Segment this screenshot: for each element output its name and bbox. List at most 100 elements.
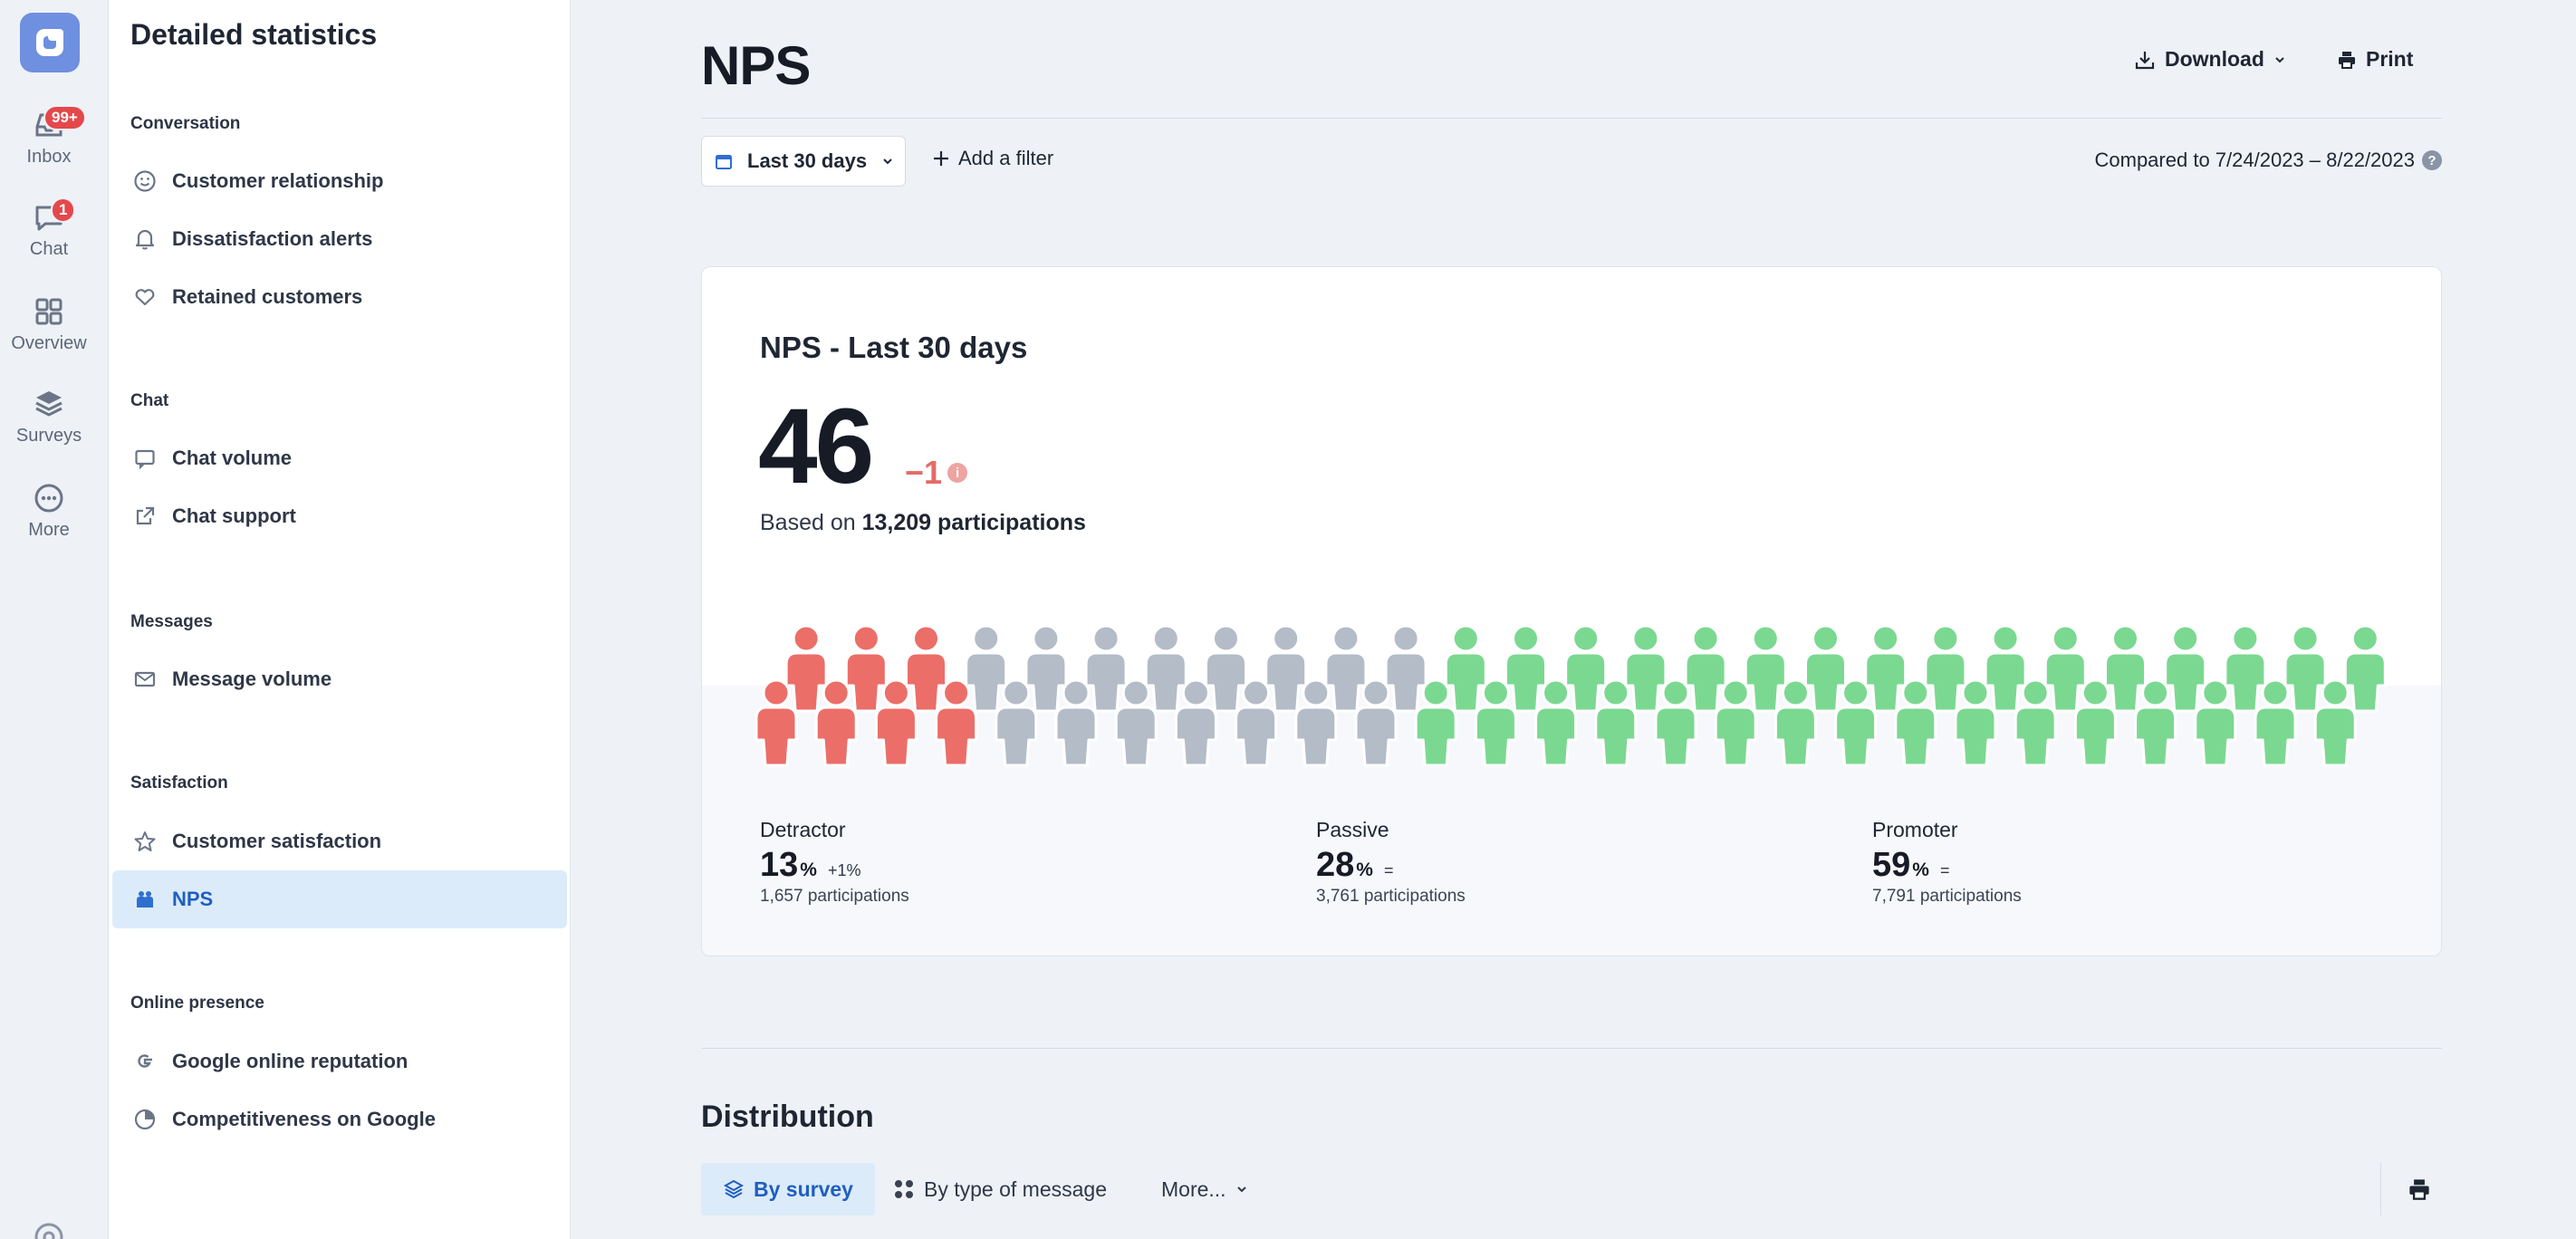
- nav-customer-satisfaction[interactable]: Customer satisfaction: [112, 812, 567, 870]
- tab-by-type-of-message[interactable]: By type of message: [871, 1163, 1129, 1215]
- stat-value-row: 59% =: [1872, 846, 2022, 885]
- stat-detractor: Detractor 13% +1% 1,657 participations: [760, 818, 909, 907]
- rail-chat[interactable]: Chat 1: [0, 197, 98, 260]
- person-figure: [1624, 624, 1668, 713]
- person-figure: [1474, 678, 1517, 767]
- stat-value-row: 13% +1%: [760, 846, 909, 885]
- nav-chat-volume[interactable]: Chat volume: [112, 429, 567, 487]
- dots-grid-icon: [895, 1180, 913, 1198]
- date-range-label: Last 30 days: [747, 149, 868, 172]
- smile-icon: [132, 168, 158, 194]
- bell-icon: [132, 226, 158, 252]
- nav-label: Retained customers: [172, 285, 363, 308]
- person-figure: [1384, 624, 1427, 713]
- download-button[interactable]: Download: [2134, 47, 2286, 72]
- nav-retained-customers[interactable]: Retained customers: [112, 268, 567, 326]
- nav-label: Chat support: [172, 504, 296, 527]
- print-button[interactable]: Print: [2337, 47, 2413, 72]
- stat-value: 28: [1316, 846, 1355, 884]
- sidebar-title: Detailed statistics: [130, 18, 378, 51]
- nav-nps[interactable]: NPS: [112, 870, 567, 928]
- message-square-icon: [132, 446, 158, 471]
- person-figure: [1954, 678, 1997, 767]
- nav-customer-relationship[interactable]: Customer relationship: [112, 152, 567, 210]
- add-filter-button[interactable]: Add a filter: [931, 147, 1053, 170]
- tab-by-survey[interactable]: By survey: [701, 1163, 875, 1215]
- nav-label: NPS: [172, 888, 214, 910]
- icon-rail: Inbox 99+ Chat 1 Overview Surveys More: [0, 0, 109, 1239]
- rail-surveys[interactable]: Surveys: [0, 388, 98, 447]
- sidebar: Detailed statistics Conversation Custome…: [109, 0, 571, 1239]
- chevron-down-icon: [883, 158, 892, 165]
- section-satisfaction: Satisfaction: [130, 773, 228, 792]
- main-content: NPS Download Print Last 30 days Add a fi…: [571, 0, 2576, 1239]
- person-figure: [2134, 678, 2177, 767]
- stat-participations: 3,761 participations: [1316, 887, 1466, 906]
- calendar-icon: [716, 155, 732, 169]
- person-figure: [1534, 678, 1578, 767]
- nav-message-volume[interactable]: Message volume: [112, 650, 567, 708]
- heart-hand-icon: [132, 284, 158, 310]
- page-title: NPS: [701, 35, 811, 96]
- person-figure: [2283, 624, 2327, 713]
- person-figure: [1924, 624, 1967, 713]
- stat-label: Passive: [1316, 818, 1389, 841]
- header-divider: [701, 118, 2442, 119]
- google-icon: [132, 1049, 158, 1074]
- stat-label: Detractor: [760, 818, 846, 841]
- rail-more[interactable]: More: [0, 482, 98, 541]
- person-figure: [905, 624, 947, 713]
- chat-badge: 1: [51, 197, 76, 223]
- help-icon[interactable]: ?: [2422, 150, 2442, 170]
- stat-passive: Passive 28% = 3,761 participations: [1316, 818, 1466, 907]
- person-figure: [1174, 678, 1217, 767]
- more-icon: [34, 484, 63, 513]
- person-figure: [1235, 678, 1278, 767]
- nav-competitiveness-on-google[interactable]: Competitiveness on Google: [112, 1090, 567, 1148]
- rail-inbox[interactable]: Inbox 99+: [0, 105, 98, 168]
- nav-label: Google online reputation: [172, 1050, 409, 1072]
- inbox-badge: 99+: [43, 105, 86, 130]
- rail-overview[interactable]: Overview: [0, 295, 98, 354]
- chevron-down-icon: [2275, 56, 2284, 62]
- target-icon: [132, 1107, 158, 1132]
- tab-more[interactable]: More...: [1139, 1163, 1270, 1215]
- person-figure: [2254, 678, 2297, 767]
- grid-icon: [35, 298, 62, 325]
- person-figure: [2014, 678, 2057, 767]
- section-conversation: Conversation: [130, 114, 241, 133]
- nav-label: Dissatisfaction alerts: [172, 227, 373, 250]
- printer-icon[interactable]: [2408, 1177, 2431, 1201]
- person-figure: [1894, 678, 1937, 767]
- person-figure: [2313, 678, 2357, 767]
- person-figure: [2164, 624, 2207, 713]
- rail-more-label: More: [28, 520, 70, 540]
- comparison-text: Compared to 7/24/2023 – 8/22/2023: [2094, 149, 2416, 171]
- star-icon: [132, 829, 158, 854]
- person-figure: [755, 678, 798, 767]
- person-figure: [814, 678, 858, 767]
- date-range-select[interactable]: Last 30 days: [701, 136, 906, 187]
- person-figure: [1684, 624, 1727, 713]
- nav-chat-support[interactable]: Chat support: [112, 487, 567, 545]
- app-logo[interactable]: [20, 13, 80, 72]
- settings-icon[interactable]: [33, 1221, 65, 1239]
- nav-dissatisfaction-alerts[interactable]: Dissatisfaction alerts: [112, 210, 567, 268]
- person-figure: [2104, 624, 2147, 713]
- nav-google-online-reputation[interactable]: Google online reputation: [112, 1032, 567, 1090]
- stat-value: 59: [1872, 846, 1911, 884]
- stat-change: =: [1939, 861, 1950, 879]
- person-figure: [784, 624, 828, 713]
- stat-label: Promoter: [1872, 818, 1958, 841]
- rail-overview-label: Overview: [11, 333, 87, 353]
- person-figure: [1804, 624, 1847, 713]
- tab-label: More...: [1161, 1177, 1226, 1201]
- section-messages: Messages: [130, 612, 213, 631]
- person-figure: [1264, 624, 1308, 713]
- person-figure: [1024, 624, 1068, 713]
- comparison-period: Compared to 7/24/2023 – 8/22/2023 ?: [2094, 149, 2442, 172]
- person-figure: [1294, 678, 1338, 767]
- person-figure: [1084, 624, 1128, 713]
- stat-unit: %: [800, 860, 817, 880]
- person-figure: [1744, 624, 1787, 713]
